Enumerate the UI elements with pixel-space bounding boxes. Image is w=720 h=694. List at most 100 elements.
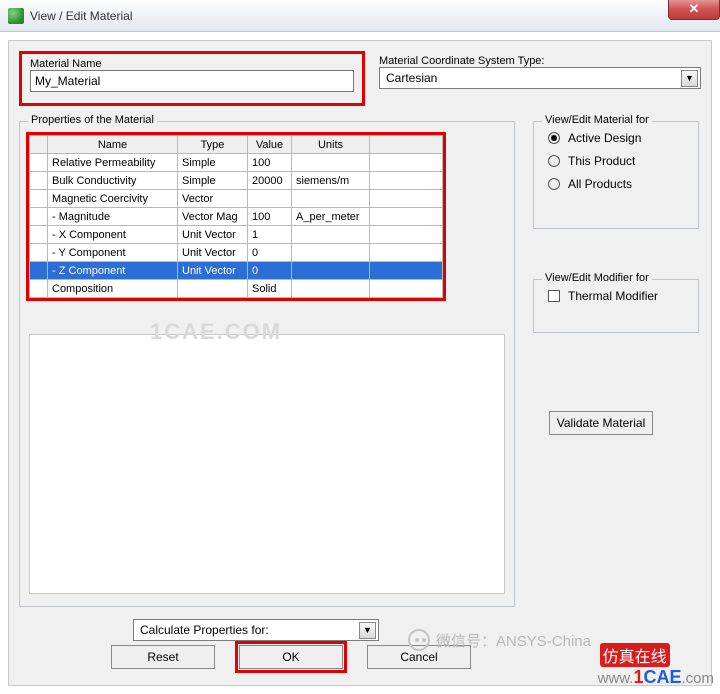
cell-type[interactable]	[178, 280, 248, 298]
thermal-modifier-label: Thermal Modifier	[568, 289, 658, 303]
radio-icon[interactable]	[548, 178, 560, 190]
ok-button[interactable]: OK	[239, 645, 343, 669]
cell-name[interactable]: Composition	[48, 280, 178, 298]
row-head	[30, 208, 48, 226]
table-row[interactable]: - MagnitudeVector Mag100A_per_meter	[30, 208, 443, 226]
close-button[interactable]: ✕	[668, 0, 720, 20]
header-extra	[370, 136, 443, 154]
radio-label: This Product	[568, 154, 635, 168]
coord-value: Cartesian	[386, 71, 437, 85]
footer-brand: 仿真在线 www.1CAE.com	[598, 643, 714, 688]
cell-name[interactable]: - Y Component	[48, 244, 178, 262]
cell-type[interactable]: Simple	[178, 172, 248, 190]
radio-icon[interactable]	[548, 132, 560, 144]
header-units[interactable]: Units	[292, 136, 370, 154]
cell-value[interactable]: 0	[248, 244, 292, 262]
wechat-text: 微信号：ANSYS-China	[436, 630, 591, 651]
header-blank	[30, 136, 48, 154]
cell-name[interactable]: - Z Component	[48, 262, 178, 280]
view-edit-modifier-legend: View/Edit Modifier for	[542, 272, 652, 284]
cell-name[interactable]: - Magnitude	[48, 208, 178, 226]
radio-label: Active Design	[568, 131, 641, 145]
wechat-icon	[408, 629, 430, 651]
radio-icon[interactable]	[548, 155, 560, 167]
cell-type[interactable]: Vector	[178, 190, 248, 208]
table-row[interactable]: - Y ComponentUnit Vector0	[30, 244, 443, 262]
cell-extra	[370, 154, 443, 172]
cell-extra	[370, 280, 443, 298]
cell-value[interactable]: 100	[248, 154, 292, 172]
cell-extra	[370, 226, 443, 244]
reset-button[interactable]: Reset	[111, 645, 215, 669]
properties-whitespace: 1CAE.COM	[29, 334, 505, 594]
properties-table[interactable]: Name Type Value Units Relative Permeabil…	[29, 135, 443, 298]
brand-badge: 仿真在线	[600, 643, 670, 667]
cell-units[interactable]	[292, 244, 370, 262]
cell-units[interactable]	[292, 226, 370, 244]
material-name-group: Material Name	[19, 51, 365, 106]
material-name-input[interactable]	[30, 70, 354, 92]
window-title: View / Edit Material	[30, 9, 133, 23]
row-head	[30, 262, 48, 280]
radio-option[interactable]: This Product	[548, 154, 698, 168]
titlebar: View / Edit Material ✕	[0, 0, 720, 32]
checkbox-icon[interactable]	[548, 290, 560, 302]
cell-name[interactable]: Magnetic Coercivity	[48, 190, 178, 208]
coord-select[interactable]: Cartesian ▼	[379, 67, 701, 89]
cell-name[interactable]: Relative Permeability	[48, 154, 178, 172]
cell-value[interactable]: 1	[248, 226, 292, 244]
wechat-watermark: 微信号：ANSYS-China	[408, 629, 591, 651]
row-head	[30, 226, 48, 244]
material-name-label: Material Name	[30, 58, 354, 70]
cell-units[interactable]	[292, 154, 370, 172]
table-row[interactable]: - X ComponentUnit Vector1	[30, 226, 443, 244]
thermal-modifier-row[interactable]: Thermal Modifier	[548, 289, 698, 303]
cell-type[interactable]: Unit Vector	[178, 244, 248, 262]
table-row[interactable]: Relative PermeabilitySimple100	[30, 154, 443, 172]
cell-units[interactable]: A_per_meter	[292, 208, 370, 226]
table-row[interactable]: - Z ComponentUnit Vector0	[30, 262, 443, 280]
radio-option[interactable]: Active Design	[548, 131, 698, 145]
cell-extra	[370, 190, 443, 208]
cell-type[interactable]: Vector Mag	[178, 208, 248, 226]
cell-value[interactable]	[248, 190, 292, 208]
cell-units[interactable]: siemens/m	[292, 172, 370, 190]
header-name[interactable]: Name	[48, 136, 178, 154]
cell-type[interactable]: Unit Vector	[178, 226, 248, 244]
app-icon	[8, 8, 24, 24]
cell-extra	[370, 262, 443, 280]
cell-extra	[370, 172, 443, 190]
cell-extra	[370, 208, 443, 226]
cell-type[interactable]: Unit Vector	[178, 262, 248, 280]
cell-units[interactable]	[292, 190, 370, 208]
cell-value[interactable]: Solid	[248, 280, 292, 298]
cell-value[interactable]: 20000	[248, 172, 292, 190]
row-head	[30, 280, 48, 298]
cell-name[interactable]: Bulk Conductivity	[48, 172, 178, 190]
cell-units[interactable]	[292, 280, 370, 298]
cell-type[interactable]: Simple	[178, 154, 248, 172]
calculate-properties-label: Calculate Properties for:	[140, 623, 269, 637]
chevron-down-icon: ▼	[681, 70, 698, 87]
radio-option[interactable]: All Products	[548, 177, 698, 191]
validate-material-button[interactable]: Validate Material	[549, 411, 653, 435]
header-value[interactable]: Value	[248, 136, 292, 154]
cell-value[interactable]: 100	[248, 208, 292, 226]
cell-extra	[370, 244, 443, 262]
view-edit-for-legend: View/Edit Material for	[542, 114, 652, 126]
cell-value[interactable]: 0	[248, 262, 292, 280]
properties-legend: Properties of the Material	[28, 114, 157, 126]
cell-name[interactable]: - X Component	[48, 226, 178, 244]
cell-units[interactable]	[292, 262, 370, 280]
properties-fieldset: Properties of the Material Name Type Val…	[19, 121, 515, 607]
coord-label: Material Coordinate System Type:	[379, 55, 701, 67]
header-type[interactable]: Type	[178, 136, 248, 154]
properties-table-wrap: Name Type Value Units Relative Permeabil…	[26, 132, 446, 301]
view-edit-for-fieldset: View/Edit Material for Active DesignThis…	[533, 121, 699, 229]
table-row[interactable]: Composition Solid	[30, 280, 443, 298]
row-head	[30, 244, 48, 262]
calculate-properties-select[interactable]: Calculate Properties for: ▼	[133, 619, 379, 641]
table-row[interactable]: Magnetic CoercivityVector	[30, 190, 443, 208]
table-row[interactable]: Bulk ConductivitySimple20000siemens/m	[30, 172, 443, 190]
watermark-text: 1CAE.COM	[150, 319, 282, 345]
